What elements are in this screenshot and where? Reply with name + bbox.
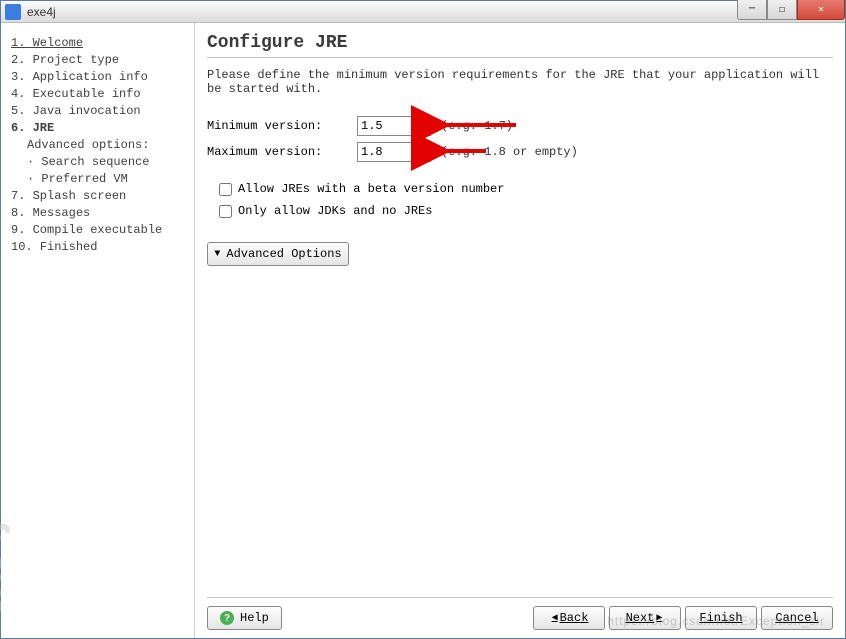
min-version-row: Minimum version: (e.g. 1.7) xyxy=(207,116,833,136)
step-project-type[interactable]: 2. Project type xyxy=(11,52,184,69)
content-area: 1. Welcome 2. Project type 3. Applicatio… xyxy=(1,23,845,638)
help-button[interactable]: ? Help xyxy=(207,606,282,630)
close-button[interactable]: ✕ xyxy=(797,0,845,20)
jdk-only-checkbox-row: Only allow JDKs and no JREs xyxy=(219,204,833,218)
advanced-options-header: Advanced options: xyxy=(11,137,184,154)
page-title: Configure JRE xyxy=(207,33,833,53)
advanced-options-button[interactable]: ▼ Advanced Options xyxy=(207,242,349,266)
back-button[interactable]: ◀Back xyxy=(533,606,605,630)
min-version-label: Minimum version: xyxy=(207,119,357,133)
step-welcome[interactable]: 1. Welcome xyxy=(11,35,184,52)
step-messages[interactable]: 8. Messages xyxy=(11,205,184,222)
max-version-row: Maximum version: (e.g. 1.8 or empty) xyxy=(207,142,833,162)
title-divider xyxy=(207,57,833,58)
step-java-invocation[interactable]: 5. Java invocation xyxy=(11,103,184,120)
app-icon xyxy=(5,4,21,20)
step-preferred-vm[interactable]: · Preferred VM xyxy=(11,171,184,188)
max-version-input[interactable] xyxy=(357,142,431,162)
step-splash-screen[interactable]: 7. Splash screen xyxy=(11,188,184,205)
sidebar: 1. Welcome 2. Project type 3. Applicatio… xyxy=(1,23,194,638)
max-version-hint: (e.g. 1.8 or empty) xyxy=(441,145,578,159)
step-search-sequence[interactable]: · Search sequence xyxy=(11,154,184,171)
step-executable-info[interactable]: 4. Executable info xyxy=(11,86,184,103)
max-version-label: Maximum version: xyxy=(207,145,357,159)
help-label: Help xyxy=(240,611,269,625)
help-icon: ? xyxy=(220,611,234,625)
only-jdk-checkbox[interactable] xyxy=(219,205,232,218)
only-jdk-label: Only allow JDKs and no JREs xyxy=(238,204,432,218)
source-watermark: https://blog.csdn.net/Exception_sir xyxy=(607,614,825,628)
min-version-input[interactable] xyxy=(357,116,431,136)
allow-beta-label: Allow JREs with a beta version number xyxy=(238,182,504,196)
app-window: exe4j ─ ☐ ✕ 1. Welcome 2. Project type 3… xyxy=(0,0,846,639)
step-application-info[interactable]: 3. Application info xyxy=(11,69,184,86)
step-finished[interactable]: 10. Finished xyxy=(11,239,184,256)
beta-checkbox-row: Allow JREs with a beta version number xyxy=(219,182,833,196)
chevron-down-icon: ▼ xyxy=(214,249,220,260)
step-jre[interactable]: 6. JRE xyxy=(11,120,184,137)
arrow-left-icon: ◀ xyxy=(552,612,558,624)
allow-beta-checkbox[interactable] xyxy=(219,183,232,196)
page-description: Please define the minimum version requir… xyxy=(207,68,833,96)
advanced-options-label: Advanced Options xyxy=(226,247,341,261)
window-title: exe4j xyxy=(27,5,56,19)
main-panel: Configure JRE Please define the minimum … xyxy=(194,23,845,638)
min-version-hint: (e.g. 1.7) xyxy=(441,119,513,133)
sidebar-watermark: exe4j xyxy=(0,523,11,618)
maximize-button[interactable]: ☐ xyxy=(767,0,797,20)
titlebar[interactable]: exe4j ─ ☐ ✕ xyxy=(1,1,845,23)
wizard-steps: 1. Welcome 2. Project type 3. Applicatio… xyxy=(11,35,184,256)
step-compile-executable[interactable]: 9. Compile executable xyxy=(11,222,184,239)
minimize-button[interactable]: ─ xyxy=(737,0,767,20)
window-controls: ─ ☐ ✕ xyxy=(737,0,845,20)
